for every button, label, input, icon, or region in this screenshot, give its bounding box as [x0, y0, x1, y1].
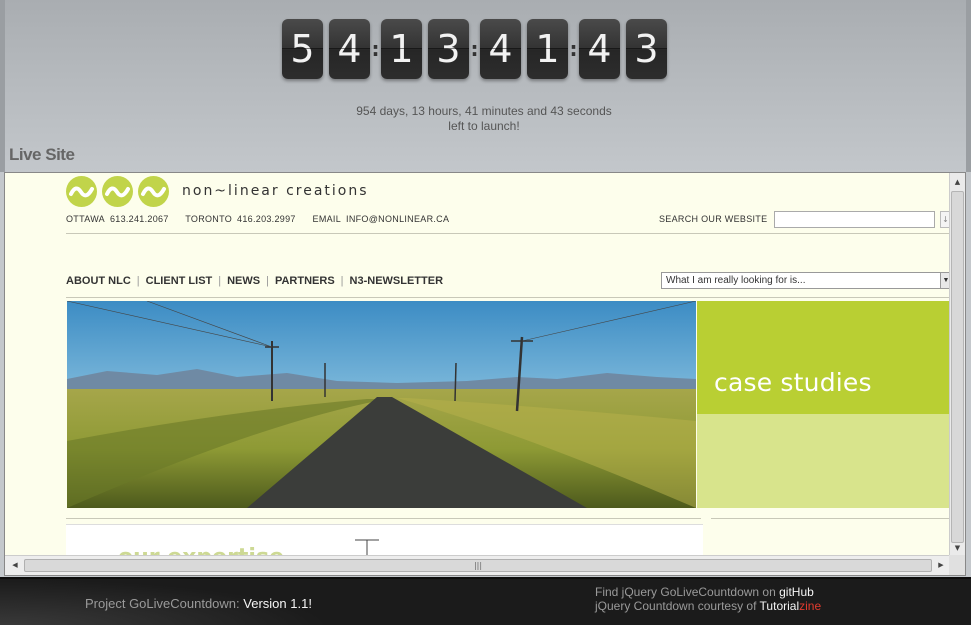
- countdown-digit: 4: [480, 19, 521, 79]
- search-label: SEARCH OUR WEBSITE: [659, 214, 768, 224]
- countdown-header: 5 4 : 1 3 : 4 1 : 4 3 954 days, 13 hours…: [0, 0, 971, 172]
- horizontal-scroll-thumb[interactable]: |||: [24, 559, 932, 572]
- contact-toronto-phone: 416.203.2997: [237, 214, 296, 224]
- tutorialzine-link-main[interactable]: Tutorial: [760, 599, 800, 613]
- project-version: Version 1.1!: [243, 596, 312, 611]
- looking-for-select-value: What I am really looking for is...: [666, 275, 806, 286]
- site-logo[interactable]: non~linear creations: [66, 175, 369, 207]
- section-title: Live Site: [9, 145, 75, 164]
- nav-item-about[interactable]: ABOUT NLC: [66, 275, 131, 287]
- vertical-scroll-thumb[interactable]: [951, 191, 964, 543]
- countdown-timer: 5 4 : 1 3 : 4 1 : 4 3: [282, 19, 667, 79]
- credits-github-line: Find jQuery GoLiveCountdown on gitHub: [595, 585, 821, 599]
- hero-road-image[interactable]: [67, 301, 696, 508]
- credits: Find jQuery GoLiveCountdown on gitHub jQ…: [595, 585, 821, 613]
- contact-ottawa-label: OTTAWA: [66, 214, 105, 224]
- countdown-digit: 4: [579, 19, 620, 79]
- countdown-digit: 5: [282, 19, 323, 79]
- contact-email[interactable]: EMAIL INFO@NONLINEAR.CA: [313, 214, 450, 224]
- brand-name: non~linear creations: [182, 183, 369, 199]
- countdown-digit: 4: [329, 19, 370, 79]
- search-input[interactable]: [774, 211, 935, 228]
- scroll-right-icon[interactable]: ▶: [934, 559, 948, 572]
- case-studies-lower-panel: [697, 414, 951, 508]
- live-site-frame: non~linear creations OTTAWA 613.241.2067 …: [4, 172, 966, 576]
- site-viewport: non~linear creations OTTAWA 613.241.2067 …: [5, 173, 952, 570]
- contact-toronto-label: TORONTO: [185, 214, 233, 224]
- tutorialzine-link-accent[interactable]: zine: [799, 599, 821, 613]
- nav-item-newsletter[interactable]: N3-NEWSLETTER: [350, 275, 444, 287]
- countdown-message-line2: left to launch!: [448, 119, 520, 133]
- contact-toronto: TORONTO 416.203.2997: [185, 214, 295, 224]
- countdown-digit: 1: [381, 19, 422, 79]
- nav-separator: |: [266, 275, 269, 287]
- wave-logo-icon: [138, 175, 169, 207]
- footer: Project GoLiveCountdown: Version 1.1! Fi…: [0, 577, 971, 625]
- countdown-digit: 1: [527, 19, 568, 79]
- scroll-up-icon[interactable]: ▲: [951, 174, 964, 190]
- credits-courtesy-prefix: jQuery Countdown courtesy of: [595, 599, 757, 613]
- countdown-separator: :: [470, 37, 479, 61]
- looking-for-select[interactable]: What I am really looking for is... ▼: [661, 272, 952, 289]
- window-edge-right: [966, 0, 971, 172]
- wave-logo-icon: [102, 175, 133, 207]
- project-info: Project GoLiveCountdown: Version 1.1!: [85, 596, 312, 611]
- contact-ottawa: OTTAWA 613.241.2067: [66, 214, 169, 224]
- divider: [711, 518, 951, 519]
- contact-email-address[interactable]: INFO@NONLINEAR.CA: [346, 214, 449, 224]
- divider: [66, 233, 951, 234]
- countdown-separator: :: [371, 37, 380, 61]
- scroll-left-icon[interactable]: ◀: [8, 559, 22, 572]
- nav-separator: |: [136, 275, 140, 287]
- nav-item-client-list[interactable]: CLIENT LIST: [146, 275, 213, 287]
- project-prefix: Project GoLiveCountdown:: [85, 596, 240, 611]
- scroll-down-icon[interactable]: ▼: [951, 540, 964, 556]
- nav-separator: |: [340, 275, 344, 287]
- vertical-scrollbar[interactable]: ▲ ▼: [949, 173, 965, 557]
- github-link[interactable]: gitHub: [779, 585, 814, 599]
- divider: [66, 518, 701, 519]
- credits-find-prefix: Find jQuery GoLiveCountdown on: [595, 585, 776, 599]
- credits-tutorialzine-line: jQuery Countdown courtesy of Tutorialzin…: [595, 599, 821, 613]
- wave-logo-icon: [66, 175, 97, 207]
- countdown-message-line1: 954 days, 13 hours, 41 minutes and 43 se…: [356, 104, 612, 118]
- countdown-message: 954 days, 13 hours, 41 minutes and 43 se…: [300, 104, 668, 134]
- contact-email-label: EMAIL: [312, 214, 342, 224]
- case-studies-heading[interactable]: case studies: [714, 368, 872, 397]
- countdown-digit: 3: [626, 19, 667, 79]
- tutorialzine-link[interactable]: Tutorialzine: [760, 599, 822, 613]
- case-studies-panel[interactable]: case studies: [697, 301, 951, 414]
- contact-info: OTTAWA 613.241.2067 TORONTO 416.203.2997 E…: [66, 214, 463, 224]
- scrollbar-corner: [949, 555, 965, 575]
- contact-ottawa-phone: 613.241.2067: [109, 214, 169, 224]
- nav-separator: |: [218, 275, 222, 287]
- main-nav: ABOUT NLC | CLIENT LIST | NEWS | PARTNERS | N3-N…: [66, 275, 443, 287]
- countdown-digit: 3: [428, 19, 469, 79]
- countdown-separator: :: [569, 37, 578, 61]
- window-edge-left: [0, 0, 5, 172]
- nav-item-news[interactable]: NEWS: [227, 275, 260, 287]
- nav-item-partners[interactable]: PARTNERS: [275, 275, 335, 287]
- horizontal-scrollbar[interactable]: ◀ ||| ▶: [5, 555, 951, 575]
- divider: [66, 297, 951, 298]
